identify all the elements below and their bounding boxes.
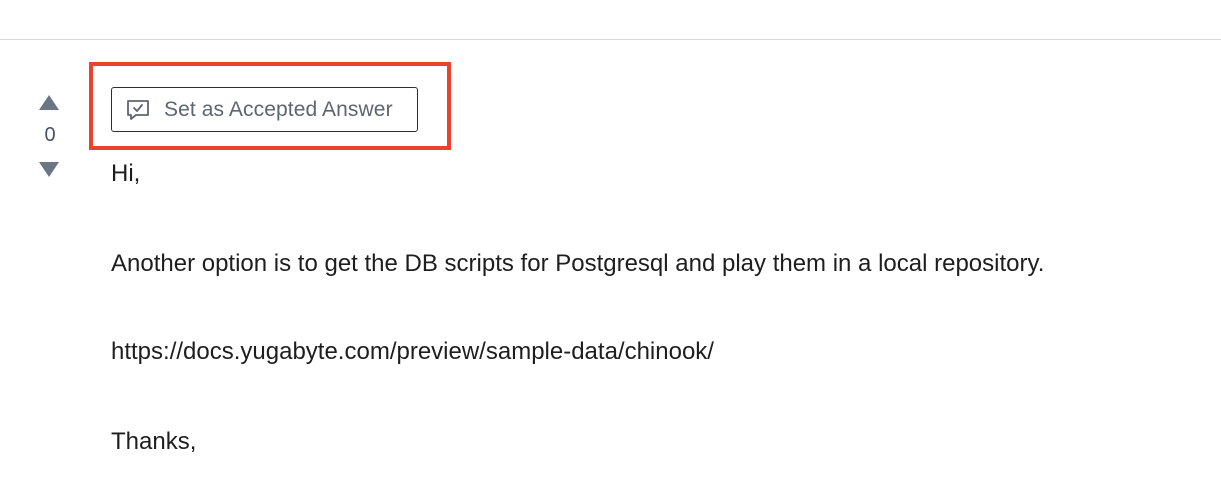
post-paragraph: Another option is to get the DB scripts … [111,250,1045,277]
upvote-icon[interactable] [39,95,59,110]
post-signoff: Thanks, [111,428,197,455]
post-link-text: https://docs.yugabyte.com/preview/sample… [111,338,714,365]
chat-check-icon [125,99,151,121]
vote-count: 0 [44,124,56,146]
post-greeting: Hi, [111,160,141,187]
set-accepted-answer-label: Set as Accepted Answer [164,97,393,121]
top-divider [0,39,1221,40]
downvote-icon[interactable] [39,162,59,177]
vote-controls: 0 [30,92,70,182]
set-accepted-answer-button[interactable]: Set as Accepted Answer [111,87,418,132]
